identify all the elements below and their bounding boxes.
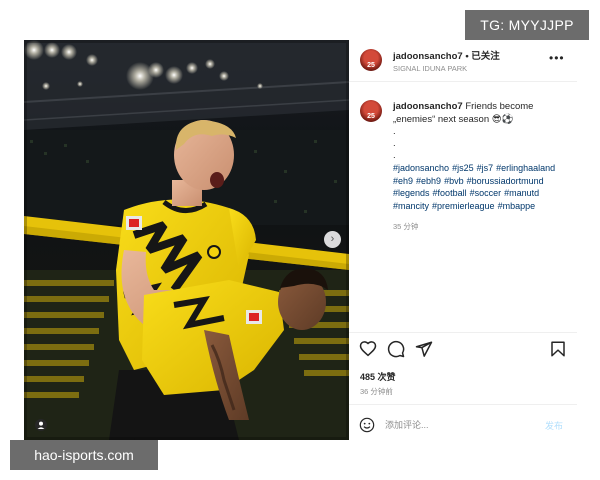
hashtag-link[interactable]: #soccer [470,188,502,198]
like-count[interactable]: 485 次赞 [360,370,396,383]
more-horizontal-icon[interactable]: ••• [549,52,565,64]
user-icon[interactable] [31,417,51,433]
players-celebration-image [24,40,349,440]
post-photo[interactable] [24,40,349,440]
chevron-right-icon[interactable]: › [324,231,341,248]
hashtag-link[interactable]: #bvb [444,176,464,186]
comment-row: 发布 [349,411,577,440]
caption-text-line2: „enemies“ next season 😎⚽ [393,114,514,125]
header-divider [349,81,577,82]
emoji-icon[interactable] [359,417,375,433]
hashtag-link[interactable]: #premierleague [432,201,495,211]
avatar[interactable]: 25 [360,49,382,71]
send-icon[interactable] [415,340,433,358]
caption-avatar[interactable]: 25 [360,100,382,122]
post-panel: 25 jadoonsancho7 • 已关注 SIGNAL IDUNA PARK… [349,40,577,440]
post-timestamp: 36 分钟前 [360,387,393,396]
hashtag-link[interactable]: #js7 [477,163,494,173]
hashtag-link[interactable]: #legends [393,188,430,198]
caption-username-link[interactable]: jadoonsancho7 [393,101,463,112]
username-link[interactable]: jadoonsancho7 [393,51,463,62]
caption-text-line1: Friends become [462,101,534,112]
follow-status-button[interactable]: 已关注 [471,51,500,62]
caption-avatar-label: 25 [367,113,375,120]
caption-first-line: jadoonsancho7 Friends become [393,101,533,112]
hashtag-link[interactable]: #manutd [504,188,539,198]
hashtag-link[interactable]: #ebh9 [416,176,441,186]
caption-dot-3: . [393,150,396,161]
caption-time: 35 分钟 [393,222,419,231]
hashtag-link[interactable]: #mbappe [498,201,536,211]
hashtag-link[interactable]: #football [433,188,467,198]
comment-divider [349,404,577,405]
hashtag-link[interactable]: #eh9 [393,176,413,186]
hashtag-link[interactable]: #jadonsancho [393,163,449,173]
hashtag-list: #jadonsancho #js25 #js7 #erlinghaaland #eh9… [393,162,573,212]
caption-dot-2: . [393,138,396,149]
hashtag-link[interactable]: #js25 [452,163,474,173]
watermark-telegram: TG: MYYJJPP [465,10,589,40]
watermark-site: hao-isports.com [10,440,158,470]
action-bar [359,340,569,362]
hashtag-link[interactable]: #erlinghaaland [496,163,555,173]
post-header-user: jadoonsancho7 • 已关注 [393,48,500,62]
comment-icon[interactable] [387,340,405,358]
comment-input[interactable] [385,415,535,435]
avatar-label: 25 [367,62,375,69]
actions-divider [349,332,577,333]
location-link[interactable]: SIGNAL IDUNA PARK [393,64,467,73]
heart-icon[interactable] [359,340,377,358]
hashtag-link[interactable]: #borussiadortmund [467,176,544,186]
hashtag-link[interactable]: #mancity [393,201,429,211]
bookmark-icon[interactable] [549,340,567,358]
post-comment-button[interactable]: 发布 [545,419,563,432]
caption-dot-1: . [393,126,396,137]
separator-dot: • [462,51,472,62]
